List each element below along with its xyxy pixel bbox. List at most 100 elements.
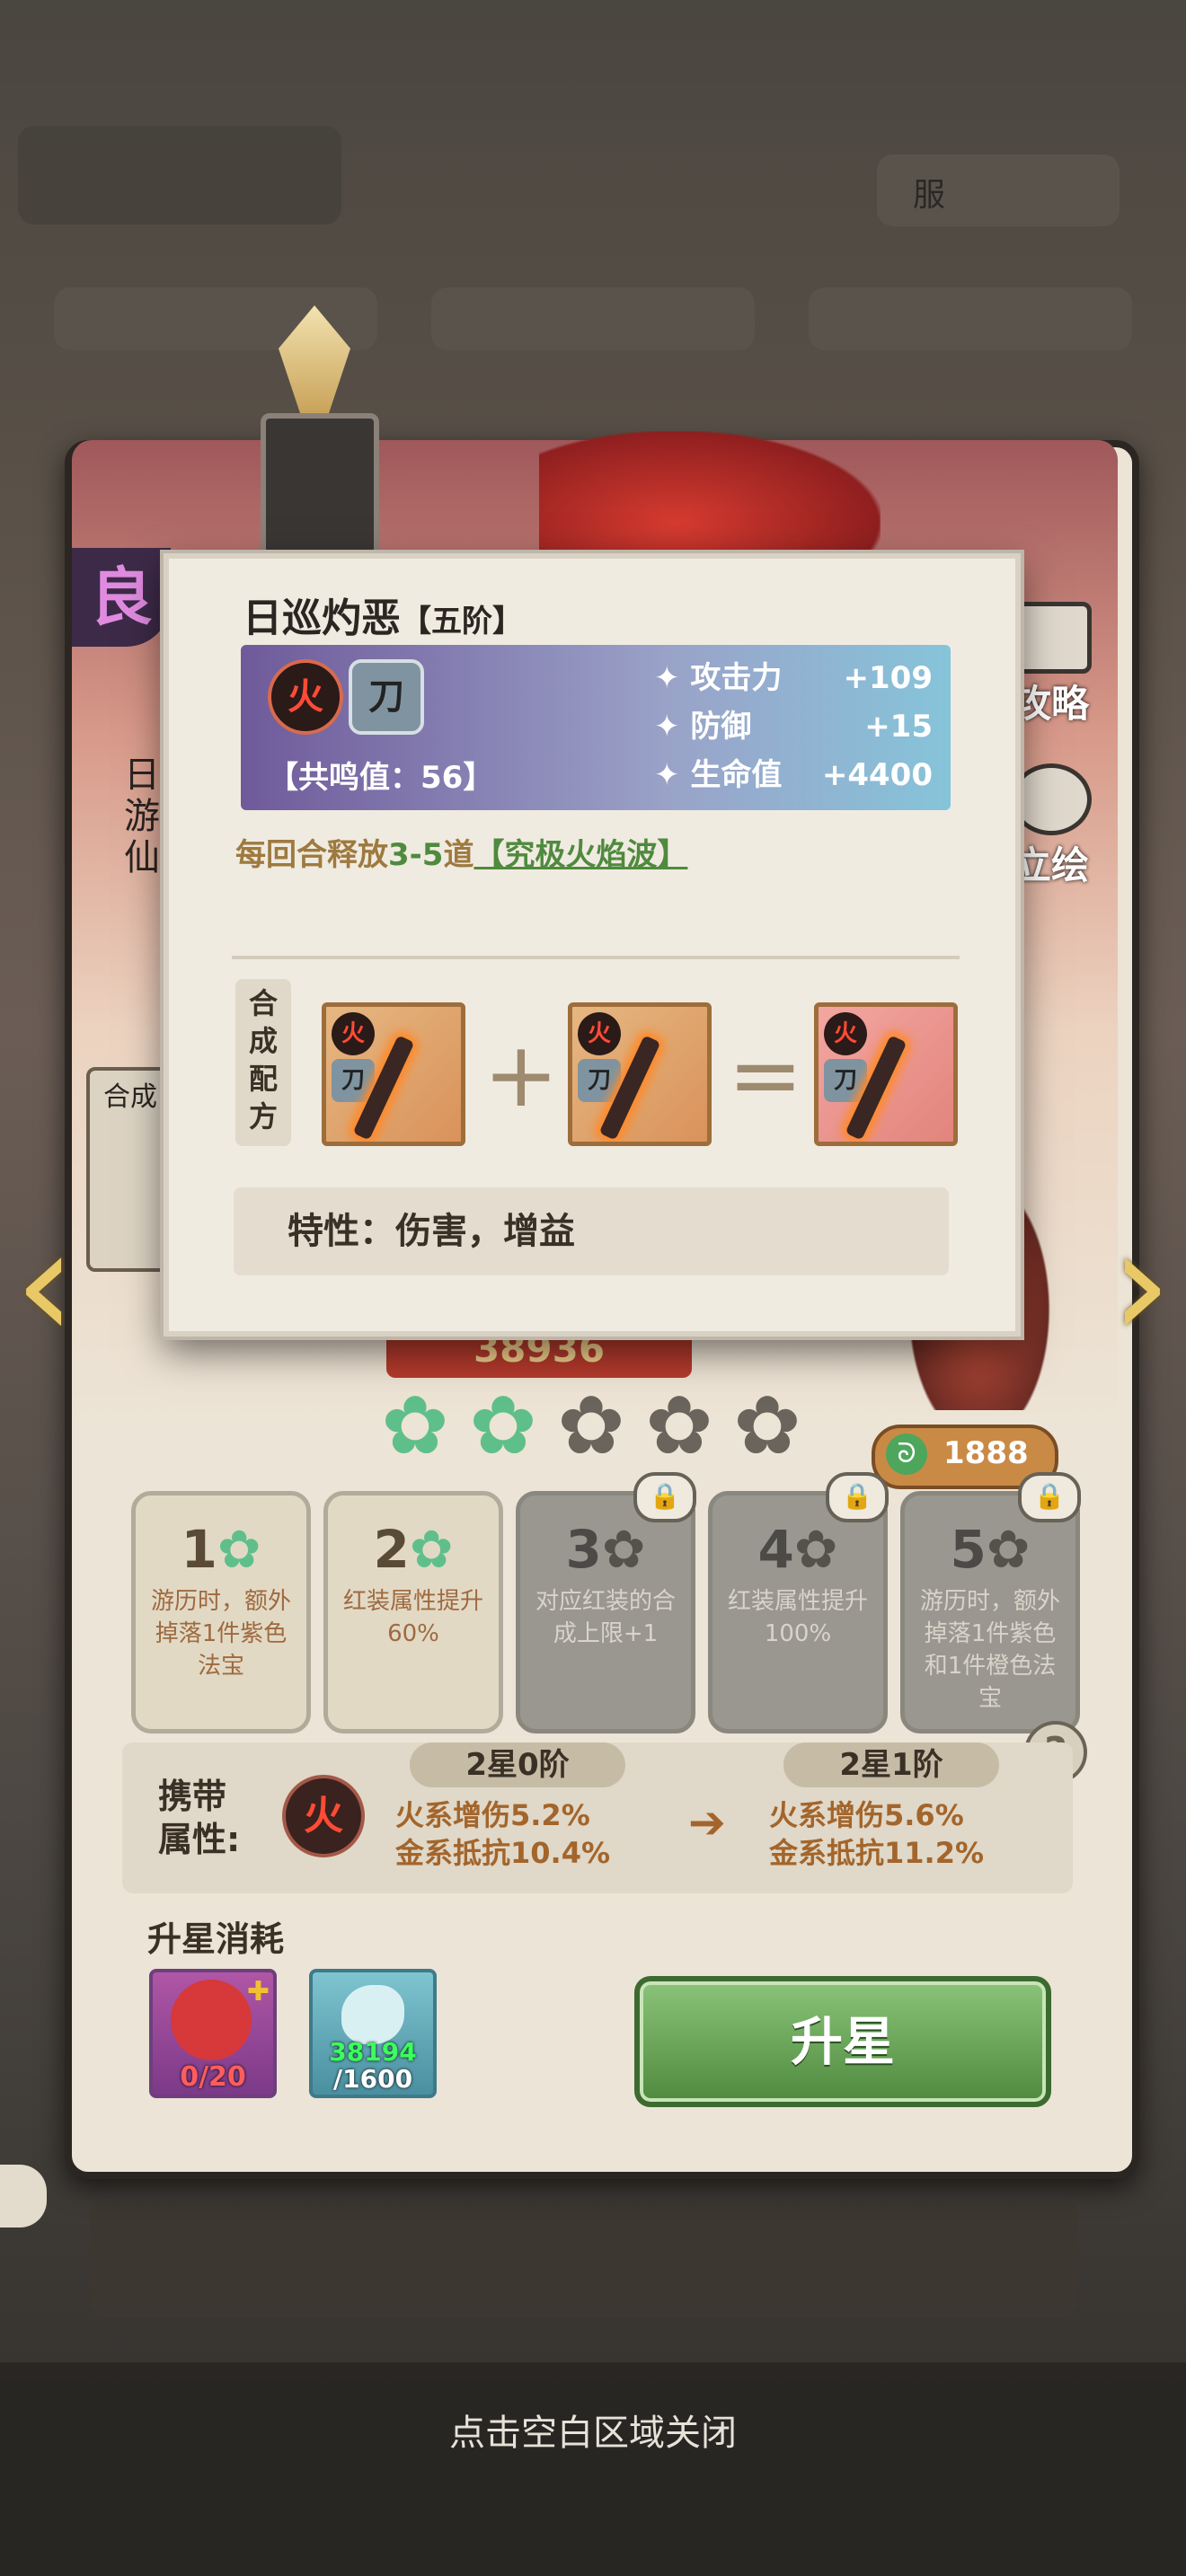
resonance-value: 【共鸣值：56】 [268,760,494,796]
star-slot-num: 3 [565,1519,602,1580]
flower-icon: ✿ [986,1519,1031,1580]
flower-icon: ✿ [601,1519,646,1580]
stat-row: ✦ 攻击力 +109 [654,654,933,702]
carry-attributes: 携带属性: 火 2星0阶 火系增伤5.2% 金系抵抗10.4% ➔ 2星1阶 火… [122,1742,1073,1893]
star-slot-4[interactable]: 🔒 4✿ 红装属性提升100% [708,1472,889,1734]
star-slot-3[interactable]: 🔒 3✿ 对应红装的合成上限+1 [516,1472,696,1734]
recipe-ingredient-2[interactable]: 火 刀 [568,1002,712,1146]
star-slot-text: 对应红装的合成上限+1 [535,1588,676,1647]
star-empty: ✿ [645,1379,713,1473]
blade-tag-icon: 刀 [578,1059,621,1102]
star-empty: ✿ [733,1379,801,1473]
divider [232,956,960,959]
stone-item[interactable]: 38194 /1600 [309,1969,437,2098]
hero-banner-crest [225,305,404,577]
fire-element-icon: 火 [282,1775,365,1857]
traits: 特性：伤害，增益 [234,1187,949,1275]
star-slot-text: 红装属性提升60% [342,1588,483,1647]
star-slot-1[interactable]: 1✿ 游历时，额外掉落1件紫色法宝 [131,1491,311,1734]
prev-hero-arrow[interactable]: ‹ [0,1195,90,1374]
bg-tab-3 [809,287,1132,350]
stone-have: 38194 [329,2037,417,2067]
star-empty: ✿ [557,1379,625,1473]
effect-mid: 道 [443,837,474,873]
stat-value: +4400 [821,757,933,793]
skill-effect: 每回合释放3-5道【究极火焰波】 [235,830,687,874]
next-hero-arrow[interactable]: › [1096,1195,1186,1374]
flower-icon: ✿ [217,1519,261,1580]
stat-name: 攻击力 [690,660,783,696]
server-filter[interactable]: 服 [877,154,1120,226]
eye-icon [1011,763,1092,835]
current-attr-1: 火系增伤5.2% [395,1798,590,1832]
hero-shard-item[interactable]: ✚ 0/20 [149,1969,277,2098]
lock-icon: 🔒 [633,1472,696,1522]
side-synth-label: 合成 [103,1081,157,1113]
book-icon [1011,602,1092,674]
stat-name: 生命值 [690,757,783,793]
bg-bottom-bar [0,2362,1186,2576]
fire-tag-icon: 火 [332,1012,375,1055]
jade-icon: ᘐ [886,1434,927,1475]
stat-block: 火 刀 【共鸣值：56】 ✦ 攻击力 +109 ✦ 防御 +15 ✦ 生命值 +440… [241,645,951,810]
star-slot-num: 5 [950,1519,987,1580]
lock-icon: 🔒 [1018,1472,1081,1522]
lock-icon: 🔒 [826,1472,889,1522]
next-tier: 2星1阶 [783,1742,999,1787]
hero-shards-count: 0/20 [180,2061,246,2093]
fire-tag-icon: 火 [578,1012,621,1055]
blade-tag-icon: 刀 [824,1059,867,1102]
stat-value: +109 [843,660,933,696]
currency-value: 1888 [943,1435,1029,1471]
equipment-tier: 【五阶】 [401,604,523,640]
equipment-title: 日巡灼恶 [243,595,401,641]
equals-sign: = [728,1022,803,1127]
fire-tag-icon: 火 [268,659,343,735]
side-synth-tab[interactable]: 合成 [86,1067,174,1272]
stone-need: /1600 [332,2064,413,2094]
bg-tab-2 [431,287,755,350]
fire-tag-icon: 火 [824,1012,867,1055]
recipe-result[interactable]: 火 刀 [814,1002,958,1146]
stat-name: 防御 [690,709,752,745]
recipe-ingredient-1[interactable]: 火 刀 [322,1002,465,1146]
effect-prefix: 每回合释放 [235,837,388,873]
stat-row: ✦ 防御 +15 [654,702,933,751]
star-filled: ✿ [469,1379,537,1473]
blade-tag-icon: 刀 [332,1059,375,1102]
flower-icon: ✿ [793,1519,838,1580]
stone-icon [341,1985,404,2044]
star-slot-text: 游历时，额外掉落1件紫色和1件橙色法宝 [919,1588,1060,1712]
chat-icon[interactable] [0,2165,47,2228]
server-filter-label: 服 [913,177,946,214]
upgrade-star-button[interactable]: 升星 [634,1976,1051,2107]
game-logo [18,126,341,225]
puzzle-icon: ✚ [246,1976,270,2007]
bg-filter-bar [90,2201,1078,2317]
recipe-label: 合成配方 [235,979,291,1146]
star-slot-text: 游历时，额外掉落1件紫色法宝 [150,1588,291,1680]
stat-value: +15 [864,709,933,745]
close-hint: 点击空白区域关闭 [449,2413,737,2454]
star-slot-num: 2 [373,1519,410,1580]
stat-row: ✦ 生命值 +4400 [654,751,933,799]
hero-avatar [171,1980,252,2060]
star-slot-2[interactable]: 2✿ 红装属性提升60% [323,1491,503,1734]
star-filled: ✿ [381,1379,449,1473]
next-attr-1: 火系增伤5.6% [769,1798,964,1832]
flower-icon: ✿ [409,1519,454,1580]
next-attr-2: 金系抵抗11.2% [769,1836,985,1870]
plus-sign: + [483,1022,559,1127]
star-slot-num: 1 [181,1519,217,1580]
skill-link[interactable]: 【究极火焰波】 [474,837,687,873]
star-slot-text: 红装属性提升100% [727,1588,868,1647]
equipment-tooltip: 日巡灼恶【五阶】 火 刀 【共鸣值：56】 ✦ 攻击力 +109 ✦ 防御 +15 … [164,553,1021,1337]
star-slot-num: 4 [757,1519,794,1580]
carry-label: 携带属性: [158,1777,241,1859]
current-tier: 2星0阶 [410,1742,625,1787]
star-slot-5[interactable]: 🔒 5✿ 游历时，额外掉落1件紫色和1件橙色法宝 [900,1472,1081,1734]
effect-count: 3-5 [388,837,444,873]
rank-badge: 良 [72,548,171,647]
blade-tag-icon: 刀 [349,659,424,735]
current-attr-2: 金系抵抗10.4% [395,1836,611,1870]
